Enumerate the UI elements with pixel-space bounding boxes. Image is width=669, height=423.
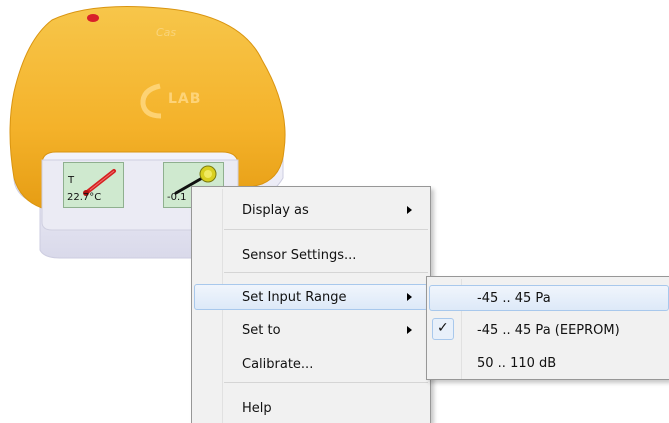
submenu-arrow-icon bbox=[407, 206, 412, 214]
svg-text:Cas: Cas bbox=[156, 26, 176, 39]
submenu-item-range-pa[interactable]: -45 .. 45 Pa bbox=[429, 285, 669, 311]
menu-item-help[interactable]: Help bbox=[194, 395, 428, 421]
menu-item-label: Set to bbox=[242, 323, 281, 338]
temperature-value: 22.7°C bbox=[67, 192, 102, 203]
submenu-item-label: -45 .. 45 Pa bbox=[477, 291, 551, 306]
brand-logo: LAB bbox=[168, 91, 202, 107]
menu-separator bbox=[224, 229, 428, 230]
checkmark-icon: ✓ bbox=[437, 320, 449, 336]
submenu-item-range-db[interactable]: 50 .. 110 dB bbox=[429, 350, 669, 376]
checkmark-box: ✓ bbox=[432, 318, 454, 340]
submenu-arrow-icon bbox=[407, 293, 412, 301]
submenu-item-label: -45 .. 45 Pa (EEPROM) bbox=[477, 323, 620, 338]
sensor-letter: T bbox=[68, 175, 75, 186]
submenu-arrow-icon bbox=[407, 326, 412, 334]
menu-separator bbox=[224, 382, 428, 383]
menu-item-calibrate[interactable]: Calibrate... bbox=[194, 351, 428, 377]
menu-item-label: Display as bbox=[242, 203, 309, 218]
menu-item-set-input-range[interactable]: Set Input Range bbox=[194, 284, 428, 310]
sound-value: -0.1 bbox=[167, 192, 187, 203]
menu-separator bbox=[224, 272, 428, 273]
submenu-item-label: 50 .. 110 dB bbox=[477, 356, 557, 371]
menu-item-label: Sensor Settings... bbox=[242, 248, 357, 263]
menu-item-label: Set Input Range bbox=[242, 290, 347, 305]
input-range-submenu: -45 .. 45 Pa ✓ -45 .. 45 Pa (EEPROM) 50 … bbox=[426, 276, 669, 380]
submenu-item-range-pa-eeprom[interactable]: ✓ -45 .. 45 Pa (EEPROM) bbox=[429, 317, 669, 343]
menu-item-display-as[interactable]: Display as bbox=[194, 197, 428, 223]
menu-item-label: Help bbox=[242, 401, 272, 416]
temperature-sensor-panel[interactable]: T 22.7°C bbox=[63, 162, 124, 208]
menu-item-sensor-settings[interactable]: Sensor Settings... bbox=[194, 242, 428, 268]
menu-item-set-to[interactable]: Set to bbox=[194, 317, 428, 343]
sensor-context-menu: Display as Sensor Settings... Set Input … bbox=[191, 186, 431, 423]
menu-item-label: Calibrate... bbox=[242, 357, 314, 372]
